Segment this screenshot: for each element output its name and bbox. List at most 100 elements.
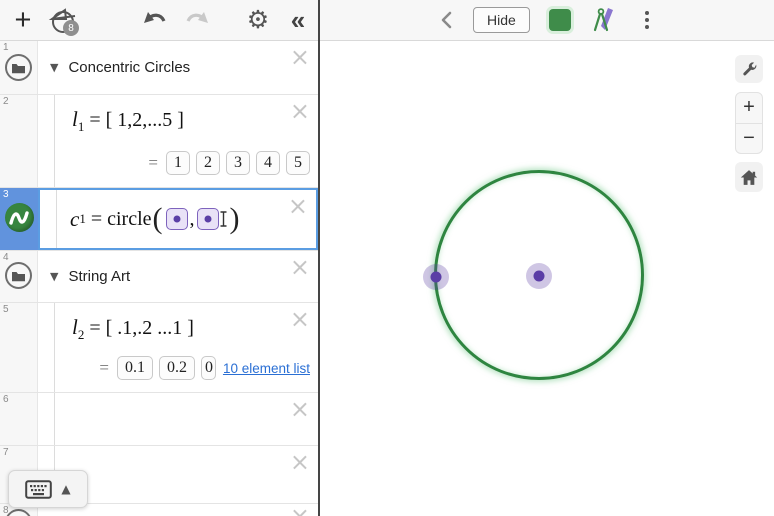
collapse-folder-icon[interactable]: ▼ — [50, 61, 58, 74]
row-margin[interactable]: 3 — [0, 188, 38, 250]
delete-row-icon[interactable]: × — [288, 194, 308, 218]
value-chip: 5 — [286, 151, 310, 175]
row-content[interactable]: × — [38, 393, 318, 445]
wrench-icon — [740, 60, 758, 78]
point-argument-chip[interactable] — [166, 208, 188, 230]
expression-definition: = [ 1,2,...5 ] — [89, 109, 184, 131]
row-content: ▼ String Art × — [38, 251, 318, 302]
dot — [645, 25, 649, 29]
row-margin[interactable]: 4 — [0, 251, 38, 302]
radius-point[interactable] — [423, 264, 449, 290]
zoom-controls: + − — [735, 92, 763, 154]
collapse-panel-button[interactable]: « — [283, 0, 313, 40]
row-number: 7 — [3, 447, 9, 458]
circle-object-icon[interactable] — [5, 203, 34, 232]
expression-list: 1 ▼ Concentric Circles × 2 — [0, 41, 318, 516]
geometry-tools-menu-button[interactable] — [590, 7, 618, 33]
expression-subscript: 1 — [78, 119, 85, 134]
row-number: 5 — [3, 304, 9, 315]
zoom-out-button[interactable]: − — [736, 124, 762, 154]
standard-view-button[interactable] — [735, 162, 763, 192]
row-folder-concentric-circles[interactable]: 1 ▼ Concentric Circles × — [0, 41, 318, 95]
keyboard-icon — [25, 480, 52, 499]
delete-row-icon[interactable]: × — [290, 307, 310, 331]
back-chevron-button[interactable] — [440, 10, 454, 30]
delete-row-icon[interactable]: × — [290, 397, 310, 421]
add-expression-button[interactable]: + — [8, 1, 38, 39]
row-margin[interactable]: 1 — [0, 41, 38, 94]
row-content: l1= [ 1,2,...5 ] = 1 2 3 4 5 × — [38, 95, 318, 187]
home-icon — [740, 169, 758, 186]
value-chip: 0.1 — [117, 356, 153, 380]
expression-input[interactable]: l2= [ .1,.2 ...1 ] — [72, 315, 194, 343]
expression-subscript: 1 — [79, 211, 86, 227]
expression-result: = 0.1 0.2 0 10 element list — [99, 356, 310, 380]
circle-command: = circle — [91, 208, 152, 231]
expression-variable: c — [70, 207, 79, 232]
folder-title[interactable]: Concentric Circles — [68, 59, 190, 76]
compass-icon — [590, 7, 618, 33]
folder-title[interactable]: String Art — [68, 268, 130, 285]
row-expression-l2[interactable]: 5 l2= [ .1,.2 ...1 ] = 0.1 0.2 0 10 elem… — [0, 303, 318, 393]
graphics-view[interactable]: + − — [320, 41, 774, 516]
row-number: 4 — [3, 252, 9, 263]
overflow-menu-button[interactable] — [637, 7, 657, 33]
virtual-keyboard-button[interactable]: ▲ — [8, 470, 88, 508]
row-content: l2= [ .1,.2 ...1 ] = 0.1 0.2 0 10 elemen… — [38, 303, 318, 392]
folder-icon — [5, 262, 32, 289]
value-chip: 2 — [196, 151, 220, 175]
geogebra-app: + 8 ⚙ « — [0, 0, 774, 516]
row-number: 6 — [3, 394, 9, 405]
delete-row-icon[interactable]: × — [290, 450, 310, 474]
row-margin[interactable]: 6 — [0, 393, 38, 445]
expression-result: = 1 2 3 4 5 — [148, 151, 310, 175]
row-number: 1 — [3, 42, 9, 53]
row-content: c1= circle(,) × — [38, 188, 318, 250]
folder-icon — [5, 509, 32, 516]
delete-row-icon[interactable]: × — [290, 504, 310, 516]
delete-row-icon[interactable]: × — [290, 45, 310, 69]
row-expression-l1[interactable]: 2 l1= [ 1,2,...5 ] = 1 2 3 4 5 × — [0, 95, 318, 188]
tool-count-badge: 8 — [63, 20, 79, 36]
graph-settings-button[interactable] — [735, 55, 763, 83]
hide-button[interactable]: Hide — [473, 7, 530, 33]
row-empty[interactable]: 6 × — [0, 393, 318, 446]
delete-row-icon[interactable]: × — [290, 99, 310, 123]
element-list-link[interactable]: 10 element list — [223, 361, 310, 376]
value-chip: 4 — [256, 151, 280, 175]
row-folder-string-art[interactable]: 4 ▼ String Art × — [0, 251, 318, 303]
chevron-left-icon — [440, 11, 452, 29]
settings-button[interactable]: ⚙ — [243, 3, 273, 37]
zoom-in-button[interactable]: + — [736, 93, 762, 124]
redo-button[interactable] — [182, 10, 210, 30]
expression-input[interactable]: l1= [ 1,2,...5 ] — [72, 107, 184, 135]
close-paren: ) — [230, 202, 240, 236]
center-point[interactable] — [526, 263, 552, 289]
undo-button[interactable] — [142, 10, 170, 30]
row-content: ▼ Concentric Circles × — [38, 41, 318, 94]
expression-input[interactable]: c1= circle(,) — [40, 190, 316, 248]
collapse-folder-icon[interactable]: ▼ — [50, 270, 58, 283]
dot — [645, 11, 649, 15]
gear-icon: ⚙ — [247, 5, 269, 35]
folder-icon — [5, 54, 32, 81]
expression-definition: = [ .1,.2 ...1 ] — [89, 317, 194, 339]
value-chip: 3 — [226, 151, 250, 175]
value-chip: 1 — [166, 151, 190, 175]
dot — [645, 18, 649, 22]
row-number: 3 — [3, 189, 9, 200]
equals-sign: = — [148, 153, 158, 173]
row-margin[interactable]: 2 — [0, 95, 38, 187]
redo-icon — [183, 11, 209, 29]
equals-sign: = — [99, 358, 109, 378]
color-swatch-button[interactable] — [549, 9, 571, 31]
algebra-panel: + 8 ⚙ « — [0, 0, 320, 516]
point-argument-chip[interactable] — [197, 208, 219, 230]
undo-icon — [143, 11, 169, 29]
value-chip: 0.2 — [159, 356, 195, 380]
row-margin[interactable]: 5 — [0, 303, 38, 392]
row-number: 2 — [3, 96, 9, 107]
graphics-panel: Hide + — [320, 0, 774, 516]
delete-row-icon[interactable]: × — [290, 255, 310, 279]
row-expression-c1-selected[interactable]: 3 c1= circle(,) × — [0, 188, 318, 251]
